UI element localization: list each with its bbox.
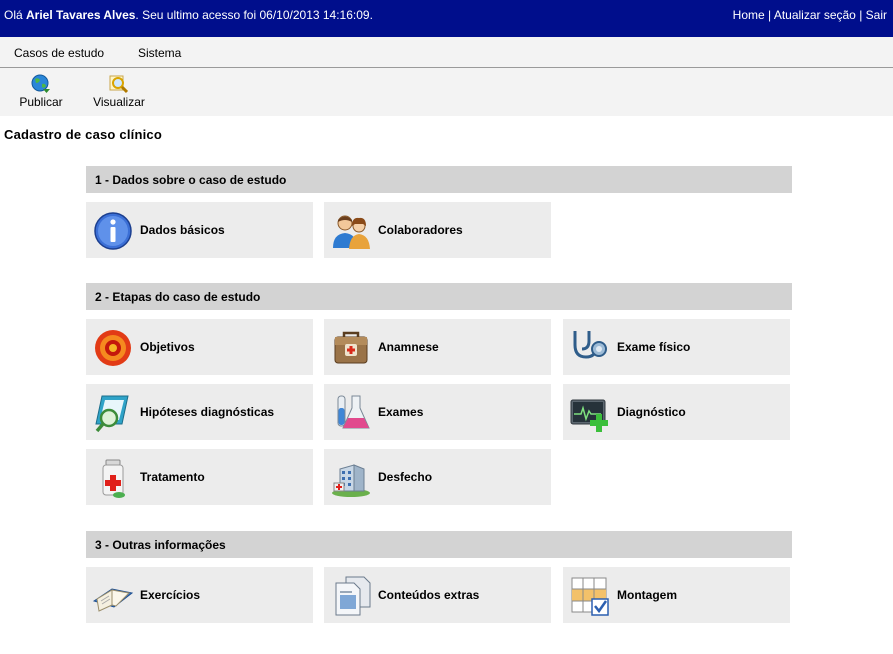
open-book-icon xyxy=(92,588,134,612)
tile-label: Exames xyxy=(378,405,424,419)
tile-colaboradores[interactable]: Colaboradores xyxy=(324,202,551,258)
target-icon xyxy=(95,330,131,366)
welcome-message: Olá Ariel Tavares Alves. Seu ultimo aces… xyxy=(4,8,373,22)
medicine-bottle-icon xyxy=(102,459,125,498)
menu-item-sistema[interactable]: Sistema xyxy=(138,46,181,60)
tile-anamnese[interactable]: Anamnese xyxy=(324,319,551,375)
section-header-outras: 3 - Outras informações xyxy=(86,531,792,558)
tile-label: Tratamento xyxy=(140,470,205,484)
toolbar: Publicar Visualizar xyxy=(0,68,893,116)
monitor-plus-icon xyxy=(570,399,608,432)
refresh-session-link[interactable]: Atualizar seção xyxy=(774,8,856,22)
tile-label: Objetivos xyxy=(140,340,195,354)
tile-label: Dados básicos xyxy=(140,223,225,237)
logout-link[interactable]: Sair xyxy=(866,8,887,22)
link-separator: | xyxy=(855,8,866,22)
tile-exames[interactable]: Exames xyxy=(324,384,551,440)
tile-label: Colaboradores xyxy=(378,223,463,237)
tile-objetivos[interactable]: Objetivos xyxy=(86,319,313,375)
hospital-icon xyxy=(332,464,370,497)
tile-tratamento[interactable]: Tratamento xyxy=(86,449,313,505)
menu-item-casos-de-estudo[interactable]: Casos de estudo xyxy=(14,46,104,60)
view-label: Visualizar xyxy=(93,95,145,109)
tile-conteudos-extras[interactable]: Conteúdos extras xyxy=(324,567,551,623)
top-bar: Olá Ariel Tavares Alves. Seu ultimo aces… xyxy=(0,0,893,37)
greeting-prefix: Olá xyxy=(4,8,27,22)
top-links: Home | Atualizar seção | Sair xyxy=(733,8,887,22)
publish-button[interactable]: Publicar xyxy=(17,74,65,109)
section-title: 3 - Outras informações xyxy=(95,538,226,552)
tile-label: Hipóteses diagnósticas xyxy=(140,405,275,419)
tile-label: Exame físico xyxy=(617,340,691,354)
tile-label: Diagnóstico xyxy=(617,405,686,419)
page-title: Cadastro de caso clínico xyxy=(4,127,162,142)
magnifier-icon xyxy=(109,75,129,94)
lab-flasks-icon xyxy=(337,395,370,429)
home-link[interactable]: Home xyxy=(733,8,765,22)
info-icon xyxy=(94,212,132,250)
tile-montagem[interactable]: Montagem xyxy=(563,567,790,623)
section-header-etapas: 2 - Etapas do caso de estudo xyxy=(86,283,792,310)
tile-dados-basicos[interactable]: Dados básicos xyxy=(86,202,313,258)
tile-exercicios[interactable]: Exercícios xyxy=(86,567,313,623)
last-access-text: . Seu ultimo acesso foi 06/10/2013 14:16… xyxy=(135,8,373,22)
magnifier-document-icon xyxy=(95,395,129,433)
tile-hipoteses[interactable]: Hipóteses diagnósticas xyxy=(86,384,313,440)
tile-label: Montagem xyxy=(617,588,677,602)
section-title: 2 - Etapas do caso de estudo xyxy=(95,290,261,304)
collaborators-icon xyxy=(333,215,370,249)
menu-bar: Casos de estudo Sistema xyxy=(0,37,893,68)
tile-desfecho[interactable]: Desfecho xyxy=(324,449,551,505)
globe-publish-icon xyxy=(31,74,50,93)
tile-label: Desfecho xyxy=(378,470,433,484)
section-title: 1 - Dados sobre o caso de estudo xyxy=(95,173,287,187)
tile-exame-fisico[interactable]: Exame físico xyxy=(563,319,790,375)
view-button[interactable]: Visualizar xyxy=(90,74,148,109)
section-header-dados: 1 - Dados sobre o caso de estudo xyxy=(86,166,792,193)
link-separator: | xyxy=(764,8,774,22)
medical-bag-icon xyxy=(334,331,368,364)
documents-icon xyxy=(335,576,371,616)
tile-label: Conteúdos extras xyxy=(378,588,480,602)
publish-label: Publicar xyxy=(19,95,63,109)
user-name: Ariel Tavares Alves xyxy=(26,8,136,22)
stethoscope-icon xyxy=(573,331,607,359)
grid-check-icon xyxy=(571,577,609,616)
tile-diagnostico[interactable]: Diagnóstico xyxy=(563,384,790,440)
tile-label: Anamnese xyxy=(378,340,439,354)
tile-label: Exercícios xyxy=(140,588,201,602)
